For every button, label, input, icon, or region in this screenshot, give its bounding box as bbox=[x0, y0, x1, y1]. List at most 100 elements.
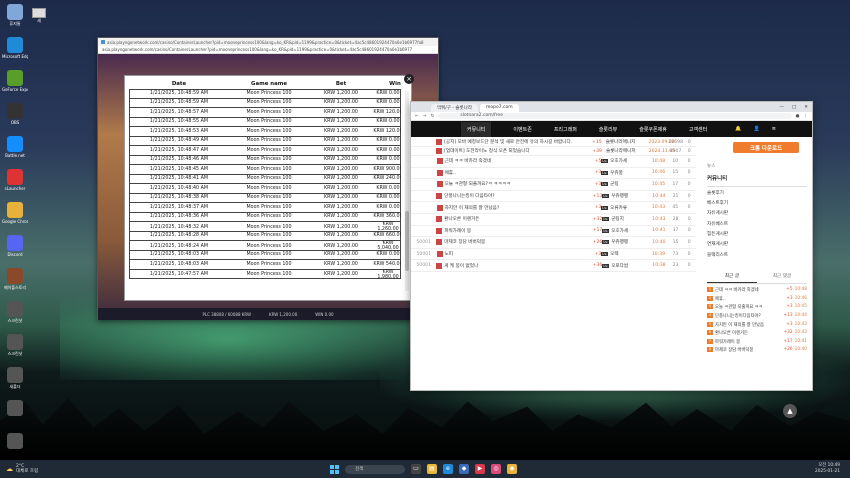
close-icon[interactable]: ✕ bbox=[804, 105, 808, 110]
desktop-icon[interactable]: 메이플스토리 bbox=[2, 268, 28, 300]
post-author[interactable]: Lv. 오택 bbox=[601, 251, 648, 257]
post-title[interactable]: 단풍나니는킹이 다음타야? bbox=[444, 193, 590, 199]
tab-recent-posts[interactable]: 최근 글 bbox=[707, 270, 757, 283]
windows-start-icon[interactable] bbox=[330, 464, 339, 474]
game-popup-window[interactable]: asia.playngonetwork.com/casino/Container… bbox=[97, 37, 439, 320]
bell-icon[interactable]: 🔔 bbox=[735, 126, 741, 132]
list-item[interactable]: 단풍나니는킹이 다음타야? +13 Lv. 우쥬팽팽 10:44 21 0 bbox=[411, 191, 696, 203]
post-author[interactable]: Lv. 우쥬쭝 bbox=[601, 170, 648, 176]
post-author[interactable]: 슬롯나라매니저 bbox=[602, 139, 649, 145]
nav-item[interactable]: 프리그래퍼 bbox=[554, 126, 577, 133]
edge-icon[interactable]: e bbox=[443, 464, 453, 474]
forward-icon[interactable]: → bbox=[423, 114, 427, 119]
post-title[interactable]: 자지만 이 재의를 잘 만났음? bbox=[445, 205, 593, 211]
maximize-icon[interactable]: □ bbox=[792, 105, 796, 110]
desktop-shortcut[interactable]: 새 bbox=[30, 6, 48, 28]
back-icon[interactable]: ← bbox=[415, 114, 419, 119]
post-author[interactable]: Lv. 우쥬팽팽 bbox=[602, 193, 649, 199]
reload-icon[interactable]: ↻ bbox=[431, 114, 435, 119]
list-item[interactable]: 오늘 ㅋ관형 되줄까요?ㅋ ㅋㅋㅋㅋ +3 Lv. 군팅 10:45 17 0 bbox=[411, 179, 696, 191]
history-scrollbar[interactable] bbox=[405, 91, 409, 291]
list-item[interactable]: 근데 ㅋㅋ 바카라 죽겠네 +5 Lv. 오호가세 10:48 10 0 bbox=[411, 156, 696, 168]
desktop-icon[interactable]: OBS bbox=[2, 103, 28, 135]
desktop-icon[interactable]: Discord bbox=[2, 235, 28, 267]
nav-item[interactable]: 고객센터 bbox=[689, 126, 707, 133]
desktop-icon[interactable]: Google Chrome bbox=[2, 202, 28, 234]
sidebar-item[interactable]: 연재게시판 bbox=[707, 239, 807, 249]
recent-post[interactable]: 2 에휴.. +3 10:46 bbox=[707, 295, 807, 304]
recent-post[interactable]: 5 자지만 이 재의를 잘 만났음 +3 10:43 bbox=[707, 320, 807, 329]
tab-recent-comments[interactable]: 최근 댓글 bbox=[757, 270, 807, 283]
desktop-icon[interactable] bbox=[2, 400, 28, 432]
list-item[interactable]: 50001 게 케 봉이 없었나 +36 Lv. 오로다쌈 10:38 23 0 bbox=[411, 260, 696, 272]
desktop-icon[interactable]: 스크린샷 bbox=[2, 334, 28, 366]
user-icon[interactable]: 👤 bbox=[754, 126, 760, 132]
sidebar-item[interactable]: 베스트후기 bbox=[707, 198, 807, 208]
post-author[interactable]: Lv. 오로다쌈 bbox=[602, 263, 649, 269]
post-title[interactable]: [공지] 모바 예정보드단 분석 및 새로 안전에 유의 하시길 바랍니다. bbox=[444, 139, 590, 145]
store-icon[interactable]: ◆ bbox=[459, 464, 469, 474]
sidebar-item[interactable]: 힘든게시판 bbox=[707, 229, 807, 239]
list-item[interactable]: [공지] 모바 예정보드단 분석 및 새로 안전에 유의 하시길 바랍니다. +1… bbox=[411, 138, 696, 147]
profile-icon[interactable]: ● bbox=[796, 114, 800, 119]
minimize-icon[interactable]: — bbox=[779, 105, 784, 110]
list-item[interactable]: 파워가례이 봉 +17 Lv. 오호가세 10:41 37 0 bbox=[411, 226, 696, 238]
browser-tab-active[interactable]: mopo7.com bbox=[479, 104, 519, 112]
recent-post[interactable]: 4 단풍나니는킹이다음타야? +13 10:44 bbox=[707, 312, 807, 321]
post-author[interactable]: Lv. 우쥬팽팽 bbox=[602, 239, 649, 245]
weather-widget[interactable]: ☁ 2°C 대체로 흐림 bbox=[0, 464, 80, 474]
nav-item[interactable]: 커뮤니티 bbox=[461, 121, 492, 137]
browser-window[interactable]: 먹튀/구 - 슬롯나라 mopo7.com — □ ✕ ← → ↻ slotna… bbox=[410, 101, 813, 418]
media-icon[interactable]: ▶ bbox=[475, 464, 485, 474]
post-author[interactable]: Lv. 군팅 bbox=[601, 181, 648, 187]
post-title[interactable]: 마제코 장담 버버덕봉 bbox=[444, 239, 590, 245]
popup-title-bar[interactable]: asia.playngonetwork.com/casino/Container… bbox=[98, 38, 438, 46]
nav-item[interactable]: 이벤트존 bbox=[513, 126, 531, 133]
list-item[interactable]: 50001 마제코 장담 버버덕봉 +26 Lv. 우쥬팽팽 10:40 15 0 bbox=[411, 237, 696, 249]
post-author[interactable]: Lv. 오류카류 bbox=[601, 205, 648, 211]
recent-post[interactable]: 7 파워가례이 봉 +17 10:41 bbox=[707, 338, 807, 347]
taskbar-clock[interactable]: 오전 10:49 2025-01-21 bbox=[815, 463, 850, 475]
menu-icon[interactable]: ⋮ bbox=[804, 114, 809, 119]
post-author[interactable]: 슬롯나라매니저 bbox=[602, 148, 649, 154]
list-item[interactable]: 에휴.. +3 Lv. 우쥬쭝 10:46 15 0 bbox=[411, 168, 696, 180]
close-icon[interactable]: × bbox=[404, 74, 414, 84]
desktop-icon[interactable]: sLauncher bbox=[2, 169, 28, 201]
popup-url-bar[interactable]: asia.playngonetwork.com/casino/Container… bbox=[98, 46, 438, 54]
chrome-icon[interactable]: ◉ bbox=[507, 464, 517, 474]
desktop-icon[interactable]: Battle.net bbox=[2, 136, 28, 168]
sidebar-item-news[interactable]: 뉴스 bbox=[707, 161, 807, 171]
list-item[interactable]: [업데이트] 도전라이노 정식 오픈 되었습니다 +39 슬롯나라매니저 2024.1… bbox=[411, 147, 696, 156]
recent-post[interactable]: 3 오늘 ㅋ관형 되줄까요 ㅋㅋ +3 10:45 bbox=[707, 303, 807, 312]
chrome-download-button[interactable]: 크롬 다운로드 bbox=[733, 142, 799, 153]
list-item[interactable]: 자지만 이 재의를 잘 만났음? +3 Lv. 오류카류 10:43 45 0 bbox=[411, 202, 696, 214]
desktop-icon[interactable]: 스크린샷 bbox=[2, 301, 28, 333]
desktop-icon[interactable]: 새폴더 bbox=[2, 367, 28, 399]
recent-post[interactable]: 1 근데 ㅋㅋ 바카라 죽겠네 +5 10:48 bbox=[707, 286, 807, 295]
scroll-top-button[interactable]: ▲ bbox=[783, 404, 797, 418]
post-title[interactable]: 파워가례이 봉 bbox=[444, 228, 590, 234]
post-title[interactable]: 오늘 ㅋ관형 되줄까요?ㅋ ㅋㅋㅋㅋ bbox=[445, 181, 593, 187]
post-author[interactable]: Lv. 오호가세 bbox=[601, 158, 648, 164]
post-title[interactable]: 노피 bbox=[445, 251, 593, 257]
hamburger-icon[interactable]: ≡ bbox=[772, 126, 776, 132]
post-title[interactable]: 게 케 봉이 없었나 bbox=[444, 263, 590, 269]
list-item[interactable]: 50001 노피 +3 Lv. 오택 10:39 73 0 bbox=[411, 249, 696, 261]
post-title[interactable]: 근데 ㅋㅋ 바카라 죽겠네 bbox=[445, 158, 593, 164]
desktop-icon[interactable]: Microsoft Edge bbox=[2, 37, 28, 69]
recent-post[interactable]: 6 환나오른 이렌거든 +32 10:43 bbox=[707, 329, 807, 338]
list-item[interactable]: 환나오른 이렌거든 +32 Lv. 군팅지 10:43 28 0 bbox=[411, 214, 696, 226]
post-author[interactable]: Lv. 오호가세 bbox=[602, 228, 649, 234]
post-author[interactable]: Lv. 군팅지 bbox=[602, 216, 649, 222]
nav-item[interactable]: 슬롯리뷰 bbox=[599, 126, 617, 133]
desktop-icon[interactable]: GeForce Experience bbox=[2, 70, 28, 102]
sidebar-item[interactable]: 자유베스트 bbox=[707, 219, 807, 229]
sidebar-item[interactable]: 블랙리스트 bbox=[707, 250, 807, 260]
post-title[interactable]: 에휴.. bbox=[445, 170, 593, 176]
nav-item[interactable]: 슬롯쿠폰제휴 bbox=[639, 126, 667, 133]
task-view-icon[interactable]: ▭ bbox=[411, 464, 421, 474]
recent-post[interactable]: 8 마제코 장담 버버덕봉 +26 10:40 bbox=[707, 346, 807, 355]
sidebar-item[interactable]: 슬롯후기 bbox=[707, 187, 807, 197]
post-title[interactable]: 환나오른 이렌거든 bbox=[444, 216, 590, 222]
file-explorer-icon[interactable]: ▤ bbox=[427, 464, 437, 474]
